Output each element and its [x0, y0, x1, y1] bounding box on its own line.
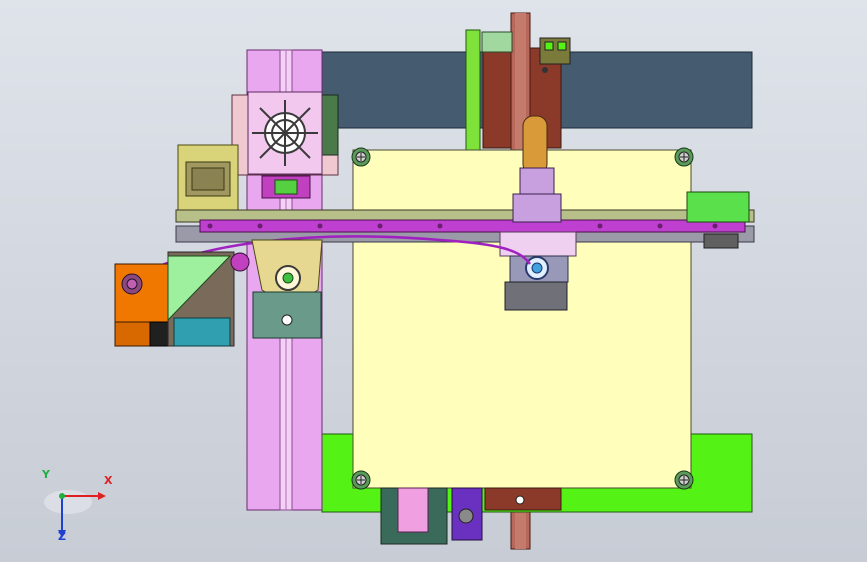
drive-gear-housing[interactable] [231, 91, 339, 176]
axis-triad: X Y Z [40, 468, 120, 556]
stepper-motor-left[interactable] [177, 144, 239, 216]
bed-screw-tl[interactable] [351, 147, 371, 167]
bed-screw-br[interactable] [674, 470, 694, 490]
x-axis-arrowhead [98, 492, 106, 500]
z-axis-label: Z [58, 530, 66, 543]
x-axis-gantry[interactable] [175, 209, 755, 243]
bed-screw-bl[interactable] [351, 470, 371, 490]
y-axis-label: Y [42, 468, 50, 481]
y-axis-dot [59, 493, 65, 499]
bottom-stepper-motor[interactable] [380, 487, 448, 545]
magenta-clamp[interactable] [261, 175, 311, 199]
bed-screw-tr[interactable] [674, 147, 694, 167]
bottom-column-foot[interactable] [484, 487, 562, 511]
extruder-motor[interactable] [114, 263, 174, 347]
cad-viewport[interactable] [0, 0, 867, 562]
bottom-purple-block[interactable] [451, 487, 483, 541]
y-carriage[interactable] [251, 239, 323, 339]
motor-mount-bracket[interactable] [167, 251, 250, 347]
x-axis-label: X [104, 474, 113, 487]
